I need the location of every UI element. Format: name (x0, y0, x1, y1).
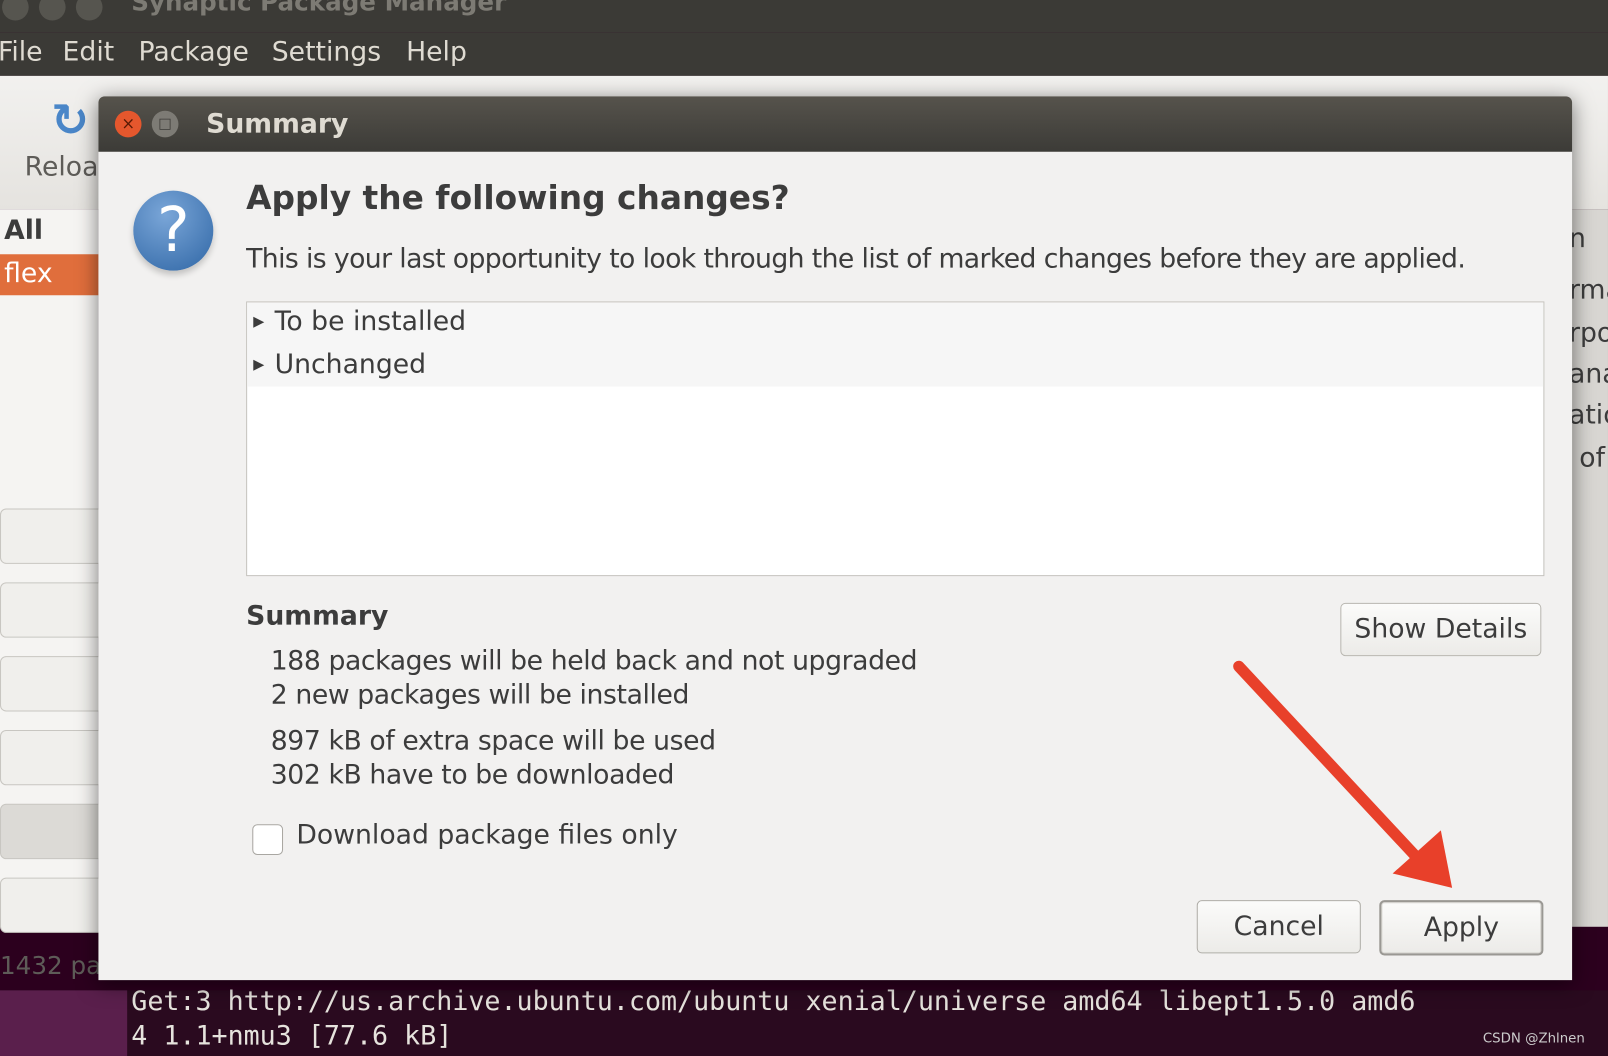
menu-file[interactable]: File (0, 37, 43, 68)
summary-heading: Summary (246, 600, 389, 632)
app-title: Synaptic Package Manager (131, 0, 507, 17)
tree-item-label: To be installed (274, 306, 467, 338)
dialog-title: Summary (206, 108, 349, 140)
dialog-subtext: This is your last opportunity to look th… (246, 243, 1466, 275)
dialog-titlebar: × □ Summary (98, 96, 1573, 152)
watermark: CSDN @Zhlnen (1482, 1031, 1585, 1047)
download-only-label[interactable]: Download package files only (296, 820, 677, 851)
column-fragment: of (1579, 442, 1605, 474)
summary-line: 302 kB have to be downloaded (270, 759, 675, 791)
tree-item-to-be-installed[interactable]: ▶ To be installed (253, 307, 466, 338)
window-close-button[interactable] (2, 0, 29, 21)
desktop-edge (0, 990, 128, 1056)
summary-line: 2 new packages will be installed (270, 679, 690, 711)
column-fragment: rma (1569, 274, 1608, 306)
filter-label: flex (4, 258, 53, 290)
show-details-button[interactable]: Show Details (1340, 602, 1542, 657)
dialog-heading: Apply the following changes? (246, 178, 790, 218)
window-minimize-button[interactable] (38, 0, 66, 21)
expander-triangle-icon[interactable]: ▶ (253, 357, 264, 373)
maximize-icon[interactable]: □ (151, 110, 179, 138)
filter-all[interactable]: All (4, 215, 43, 246)
menu-settings[interactable]: Settings (272, 37, 381, 68)
menu-help[interactable]: Help (406, 37, 467, 68)
terminal-line: 4 1.1+nmu3 [77.6 kB] (131, 1021, 453, 1052)
changes-tree[interactable]: ▶ To be installed ▶ Unchanged (246, 301, 1545, 577)
menu-edit[interactable]: Edit (63, 37, 115, 68)
apply-button[interactable]: Apply (1379, 900, 1544, 956)
column-fragment: rpo (1569, 317, 1608, 349)
close-icon[interactable]: × (114, 110, 142, 138)
summary-dialog: × □ Summary ? Apply the following change… (98, 96, 1573, 981)
summary-line: 897 kB of extra space will be used (270, 725, 716, 757)
cancel-button[interactable]: Cancel (1196, 900, 1361, 954)
menu-package[interactable]: Package (138, 37, 249, 68)
column-fragment: ana (1569, 358, 1608, 390)
package-list-edge (1571, 209, 1608, 927)
download-only-checkbox[interactable] (252, 824, 284, 856)
app-titlebar: Synaptic Package Manager (0, 0, 1608, 33)
question-icon: ? (133, 190, 214, 271)
tree-item-label: Unchanged (274, 349, 427, 381)
reload-icon[interactable]: ↻ (51, 94, 89, 146)
reload-button-label[interactable]: Reloa (25, 152, 99, 183)
status-bar: 1432 pa (0, 951, 102, 981)
terminal-line: Get:3 http://us.archive.ubuntu.com/ubunt… (131, 986, 1416, 1017)
window-maximize-button[interactable] (75, 0, 103, 21)
filter-flex-selected[interactable]: flex (0, 254, 99, 296)
summary-line: 188 packages will be held back and not u… (270, 645, 918, 677)
expander-triangle-icon[interactable]: ▶ (253, 314, 264, 330)
tree-item-unchanged[interactable]: ▶ Unchanged (253, 350, 426, 381)
column-fragment: atic (1569, 399, 1608, 431)
